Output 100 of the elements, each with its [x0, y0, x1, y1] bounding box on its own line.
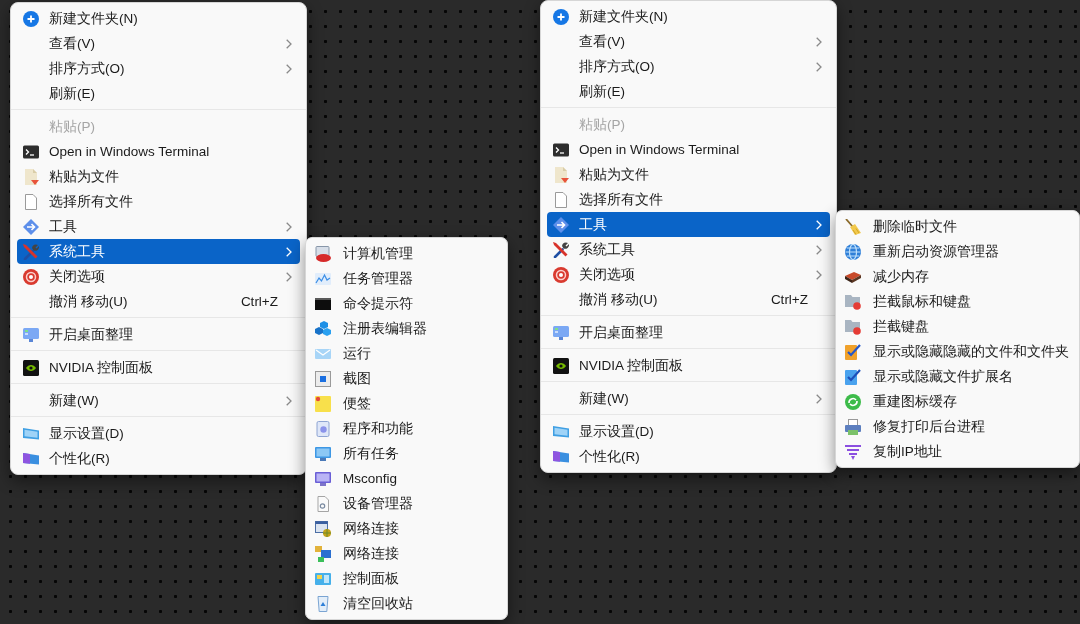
menu-item[interactable]: Open in Windows Terminal [547, 137, 830, 162]
menu-item[interactable]: 拦截鼠标和键盘 [840, 289, 1075, 314]
menu-item[interactable]: 撤消 移动(U) Ctrl+Z [17, 289, 300, 314]
globe-icon [845, 243, 861, 260]
menu-item[interactable]: 重建图标缓存 [840, 389, 1075, 414]
menu-item[interactable]: 粘贴为文件 [547, 162, 830, 187]
control-panel-icon [315, 570, 331, 587]
menu-item[interactable]: 新建文件夹(N) [547, 4, 830, 29]
menu-item[interactable]: 关闭选项 [17, 264, 300, 289]
terminal-icon [553, 141, 569, 158]
monitor-icon [23, 326, 39, 343]
chevron-right-icon [286, 246, 292, 257]
window-globe-icon [315, 520, 331, 537]
menu-item[interactable]: 清空回收站 [310, 591, 503, 616]
menu-item[interactable]: 复制IP地址 [840, 439, 1075, 464]
chevron-right-icon [286, 221, 292, 232]
page-icon [23, 193, 39, 210]
chevron-right-icon [286, 271, 292, 282]
display-icon [23, 425, 39, 442]
menu-item[interactable]: 开启桌面整理 [547, 320, 830, 345]
menu-item[interactable]: 查看(V) [547, 29, 830, 54]
menu-item[interactable]: 控制面板 [310, 566, 503, 591]
computer-icon [315, 245, 331, 262]
menu-item[interactable]: 任务管理器 [310, 266, 503, 291]
monitor-icon [315, 445, 331, 462]
menu-item[interactable]: 删除临时文件 [840, 214, 1075, 239]
menu-item[interactable]: 计算机管理 [310, 241, 503, 266]
plus-circle-icon [553, 8, 569, 25]
menu-item[interactable]: 个性化(R) [547, 444, 830, 469]
eye-logo-icon [553, 357, 569, 374]
squares-icon [315, 545, 331, 562]
menu-item[interactable]: 设备管理器 [310, 491, 503, 516]
shortcut-text: Ctrl+Z [770, 292, 808, 307]
chevron-right-icon [286, 38, 292, 49]
recycle-bin-icon [315, 595, 331, 612]
page-ring-icon [315, 495, 331, 512]
broom-icon [845, 218, 861, 235]
hexagons-icon [315, 320, 331, 337]
menu-item[interactable]: 新建文件夹(N) [17, 6, 300, 31]
menu-item[interactable]: 新建(W) [17, 388, 300, 413]
screen-icon [553, 448, 569, 465]
menu-item[interactable]: 显示设置(D) [547, 419, 830, 444]
menu-item[interactable]: 选择所有文件 [547, 187, 830, 212]
console-icon [315, 295, 331, 312]
shortcut-text: Ctrl+Z [240, 294, 278, 309]
chevron-right-icon [816, 269, 822, 280]
menu-item[interactable]: 工具 [547, 212, 830, 237]
tools-icon [553, 241, 569, 258]
folder-badge-icon [845, 293, 861, 310]
menu-item[interactable]: 系统工具 [17, 239, 300, 264]
chevron-right-icon [816, 219, 822, 230]
menu-item[interactable]: 显示或隐藏隐藏的文件和文件夹 [840, 339, 1075, 364]
terminal-icon [23, 143, 39, 160]
menu-item[interactable]: 修复打印后台进程 [840, 414, 1075, 439]
file-icon [553, 166, 569, 183]
chevron-right-icon [816, 36, 822, 47]
menu-item[interactable]: 刷新(E) [547, 79, 830, 104]
menu-item[interactable]: 系统工具 [547, 237, 830, 262]
menu-item[interactable]: 开启桌面整理 [17, 322, 300, 347]
plus-circle-icon [23, 10, 39, 27]
funnel-icon [845, 443, 861, 460]
refresh-icon [845, 393, 861, 410]
eye-logo-icon [23, 359, 39, 376]
menu-item[interactable]: 网络连接 [310, 516, 503, 541]
diamond-arrow-icon [553, 216, 569, 233]
menu-item[interactable]: 注册表编辑器 [310, 316, 503, 341]
menu-item[interactable]: Msconfig [310, 466, 503, 491]
menu-item[interactable]: NVIDIA 控制面板 [17, 355, 300, 380]
chart-icon [315, 270, 331, 287]
menu-item[interactable]: 程序和功能 [310, 416, 503, 441]
menu-item[interactable]: 拦截键盘 [840, 314, 1075, 339]
menu-item[interactable]: 截图 [310, 366, 503, 391]
menu-item[interactable]: 减少内存 [840, 264, 1075, 289]
menu-item[interactable]: 个性化(R) [17, 446, 300, 471]
menu-item[interactable]: 排序方式(O) [17, 56, 300, 81]
menu-item[interactable]: 撤消 移动(U) Ctrl+Z [547, 287, 830, 312]
menu-item[interactable]: 粘贴为文件 [17, 164, 300, 189]
menu-item[interactable]: NVIDIA 控制面板 [547, 353, 830, 378]
menu-item[interactable]: Open in Windows Terminal [17, 139, 300, 164]
menu-item[interactable]: 排序方式(O) [547, 54, 830, 79]
menu-item[interactable]: 网络连接 [310, 541, 503, 566]
sticky-note-icon [315, 395, 331, 412]
menu-item[interactable]: 关闭选项 [547, 262, 830, 287]
menu-item[interactable]: 显示或隐藏文件扩展名 [840, 364, 1075, 389]
check-icon [845, 368, 861, 385]
chevron-right-icon [816, 61, 822, 72]
display-icon [553, 423, 569, 440]
screen-icon [23, 450, 39, 467]
menu-item[interactable]: 所有任务 [310, 441, 503, 466]
menu-item[interactable]: 显示设置(D) [17, 421, 300, 446]
menu-item[interactable]: 命令提示符 [310, 291, 503, 316]
menu-item[interactable]: 重新启动资源管理器 [840, 239, 1075, 264]
menu-item[interactable]: 刷新(E) [17, 81, 300, 106]
menu-item[interactable]: 查看(V) [17, 31, 300, 56]
menu-item[interactable]: 便签 [310, 391, 503, 416]
menu-item[interactable]: 工具 [17, 214, 300, 239]
printer-icon [845, 418, 861, 435]
menu-item[interactable]: 新建(W) [547, 386, 830, 411]
menu-item[interactable]: 选择所有文件 [17, 189, 300, 214]
menu-item[interactable]: 运行 [310, 341, 503, 366]
